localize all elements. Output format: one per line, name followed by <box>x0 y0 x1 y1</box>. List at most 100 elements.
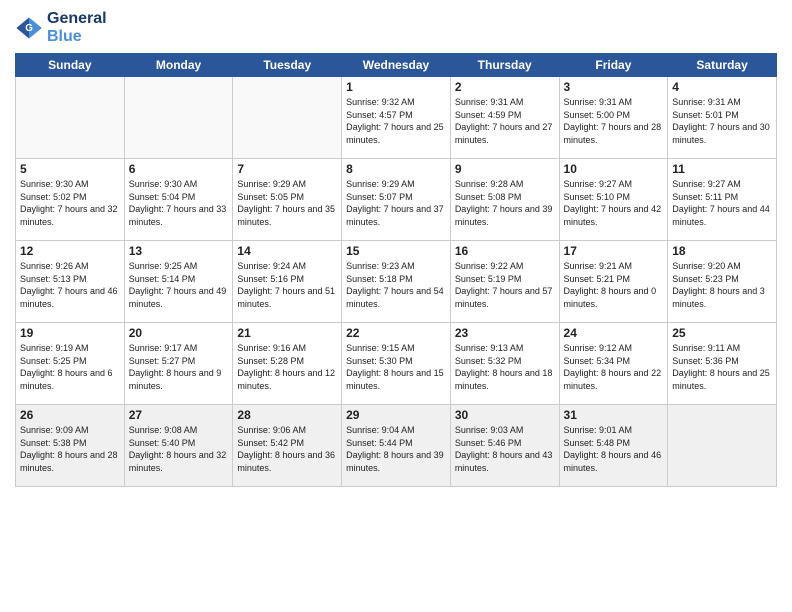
weekday-monday: Monday <box>124 54 233 77</box>
cell-sun-info: Sunrise: 9:25 AMSunset: 5:14 PMDaylight:… <box>129 260 229 310</box>
cell-sun-info: Sunrise: 9:23 AMSunset: 5:18 PMDaylight:… <box>346 260 446 310</box>
logo-icon: G <box>15 14 43 42</box>
day-number: 8 <box>346 162 446 176</box>
calendar-cell: 28Sunrise: 9:06 AMSunset: 5:42 PMDayligh… <box>233 405 342 487</box>
calendar-cell: 17 Sunrise: 9:21 AMSunset: 5:21 PMDayligh… <box>559 241 668 323</box>
cell-sun-info: Sunrise: 9:22 AMSunset: 5:19 PMDaylight:… <box>455 260 555 310</box>
cell-sun-info: Sunrise: 9:13 AMSunset: 5:32 PMDaylight:… <box>455 342 555 392</box>
day-number: 30 <box>455 408 555 422</box>
calendar-cell: 8 Sunrise: 9:29 AMSunset: 5:07 PMDaylight… <box>342 159 451 241</box>
calendar-cell <box>16 77 125 159</box>
day-number: 1 <box>346 80 446 94</box>
day-number: 19 <box>20 326 120 340</box>
calendar-cell: 12Sunrise: 9:26 AMSunset: 5:13 PMDayligh… <box>16 241 125 323</box>
weekday-header-row: SundayMondayTuesdayWednesdayThursdayFrid… <box>16 54 777 77</box>
weekday-friday: Friday <box>559 54 668 77</box>
cell-sun-info: Sunrise: 9:29 AMSunset: 5:07 PMDaylight:… <box>346 178 446 228</box>
cell-sun-info: Sunrise: 9:30 AMSunset: 5:02 PMDaylight:… <box>20 178 120 228</box>
day-number: 10 <box>564 162 664 176</box>
calendar-cell: 23 Sunrise: 9:13 AMSunset: 5:32 PMDayligh… <box>450 323 559 405</box>
week-row-5: 26 Sunrise: 9:09 AMSunset: 5:38 PMDayligh… <box>16 405 777 487</box>
day-number: 16 <box>455 244 555 258</box>
day-number: 25 <box>672 326 772 340</box>
calendar-cell: 16 Sunrise: 9:22 AMSunset: 5:19 PMDayligh… <box>450 241 559 323</box>
calendar-cell: 26 Sunrise: 9:09 AMSunset: 5:38 PMDayligh… <box>16 405 125 487</box>
logo: G General Blue <box>15 10 107 45</box>
calendar-cell: 1Sunrise: 9:32 AMSunset: 4:57 PMDaylight… <box>342 77 451 159</box>
calendar-cell: 22 Sunrise: 9:15 AMSunset: 5:30 PMDayligh… <box>342 323 451 405</box>
calendar-cell: 7Sunrise: 9:29 AMSunset: 5:05 PMDaylight… <box>233 159 342 241</box>
cell-sun-info: Sunrise: 9:15 AMSunset: 5:30 PMDaylight:… <box>346 342 446 392</box>
day-number: 22 <box>346 326 446 340</box>
calendar-cell: 14 Sunrise: 9:24 AMSunset: 5:16 PMDayligh… <box>233 241 342 323</box>
calendar-cell: 27Sunrise: 9:08 AMSunset: 5:40 PMDayligh… <box>124 405 233 487</box>
calendar-cell: 25 Sunrise: 9:11 AMSunset: 5:36 PMDayligh… <box>668 323 777 405</box>
cell-sun-info: Sunrise: 9:11 AMSunset: 5:36 PMDaylight:… <box>672 342 772 392</box>
weekday-wednesday: Wednesday <box>342 54 451 77</box>
weekday-thursday: Thursday <box>450 54 559 77</box>
cell-sun-info: Sunrise: 9:26 AMSunset: 5:13 PMDaylight:… <box>20 260 120 310</box>
day-number: 3 <box>564 80 664 94</box>
calendar-table: SundayMondayTuesdayWednesdayThursdayFrid… <box>15 53 777 487</box>
day-number: 7 <box>237 162 337 176</box>
day-number: 20 <box>129 326 229 340</box>
day-number: 17 <box>564 244 664 258</box>
day-number: 18 <box>672 244 772 258</box>
cell-sun-info: Sunrise: 9:19 AMSunset: 5:25 PMDaylight:… <box>20 342 120 392</box>
day-number: 13 <box>129 244 229 258</box>
day-number: 14 <box>237 244 337 258</box>
calendar-cell: 2 Sunrise: 9:31 AMSunset: 4:59 PMDaylight… <box>450 77 559 159</box>
cell-sun-info: Sunrise: 9:31 AMSunset: 5:01 PMDaylight:… <box>672 96 772 146</box>
cell-sun-info: Sunrise: 9:27 AMSunset: 5:10 PMDaylight:… <box>564 178 664 228</box>
cell-sun-info: Sunrise: 9:24 AMSunset: 5:16 PMDaylight:… <box>237 260 337 310</box>
week-row-3: 12Sunrise: 9:26 AMSunset: 5:13 PMDayligh… <box>16 241 777 323</box>
logo-text: General Blue <box>47 10 107 45</box>
calendar-cell: 9 Sunrise: 9:28 AMSunset: 5:08 PMDaylight… <box>450 159 559 241</box>
day-number: 11 <box>672 162 772 176</box>
day-number: 23 <box>455 326 555 340</box>
weekday-saturday: Saturday <box>668 54 777 77</box>
cell-sun-info: Sunrise: 9:27 AMSunset: 5:11 PMDaylight:… <box>672 178 772 228</box>
calendar-cell: 4 Sunrise: 9:31 AMSunset: 5:01 PMDaylight… <box>668 77 777 159</box>
cell-sun-info: Sunrise: 9:31 AMSunset: 4:59 PMDaylight:… <box>455 96 555 146</box>
cell-sun-info: Sunrise: 9:16 AMSunset: 5:28 PMDaylight:… <box>237 342 337 392</box>
calendar-cell: 18 Sunrise: 9:20 AMSunset: 5:23 PMDayligh… <box>668 241 777 323</box>
cell-sun-info: Sunrise: 9:12 AMSunset: 5:34 PMDaylight:… <box>564 342 664 392</box>
day-number: 4 <box>672 80 772 94</box>
calendar-cell: 6Sunrise: 9:30 AMSunset: 5:04 PMDaylight… <box>124 159 233 241</box>
cell-sun-info: Sunrise: 9:31 AMSunset: 5:00 PMDaylight:… <box>564 96 664 146</box>
day-number: 5 <box>20 162 120 176</box>
cell-sun-info: Sunrise: 9:09 AMSunset: 5:38 PMDaylight:… <box>20 424 120 474</box>
cell-sun-info: Sunrise: 9:01 AMSunset: 5:48 PMDaylight:… <box>564 424 664 474</box>
calendar-cell: 31 Sunrise: 9:01 AMSunset: 5:48 PMDayligh… <box>559 405 668 487</box>
day-number: 15 <box>346 244 446 258</box>
cell-sun-info: Sunrise: 9:20 AMSunset: 5:23 PMDaylight:… <box>672 260 772 310</box>
calendar-cell <box>233 77 342 159</box>
calendar-cell: 15 Sunrise: 9:23 AMSunset: 5:18 PMDayligh… <box>342 241 451 323</box>
day-number: 26 <box>20 408 120 422</box>
day-number: 24 <box>564 326 664 340</box>
cell-sun-info: Sunrise: 9:03 AMSunset: 5:46 PMDaylight:… <box>455 424 555 474</box>
week-row-2: 5 Sunrise: 9:30 AMSunset: 5:02 PMDaylight… <box>16 159 777 241</box>
weekday-sunday: Sunday <box>16 54 125 77</box>
day-number: 29 <box>346 408 446 422</box>
day-number: 21 <box>237 326 337 340</box>
cell-sun-info: Sunrise: 9:04 AMSunset: 5:44 PMDaylight:… <box>346 424 446 474</box>
day-number: 9 <box>455 162 555 176</box>
calendar-cell: 24 Sunrise: 9:12 AMSunset: 5:34 PMDayligh… <box>559 323 668 405</box>
calendar-cell: 20 Sunrise: 9:17 AMSunset: 5:27 PMDayligh… <box>124 323 233 405</box>
day-number: 31 <box>564 408 664 422</box>
calendar-cell: 19 Sunrise: 9:19 AMSunset: 5:25 PMDayligh… <box>16 323 125 405</box>
cell-sun-info: Sunrise: 9:17 AMSunset: 5:27 PMDaylight:… <box>129 342 229 392</box>
calendar-cell: 5 Sunrise: 9:30 AMSunset: 5:02 PMDaylight… <box>16 159 125 241</box>
week-row-1: 1Sunrise: 9:32 AMSunset: 4:57 PMDaylight… <box>16 77 777 159</box>
calendar-cell <box>124 77 233 159</box>
cell-sun-info: Sunrise: 9:28 AMSunset: 5:08 PMDaylight:… <box>455 178 555 228</box>
calendar-page: G General Blue SundayMondayTuesdayWednes… <box>0 0 792 612</box>
weekday-tuesday: Tuesday <box>233 54 342 77</box>
day-number: 2 <box>455 80 555 94</box>
calendar-cell: 10 Sunrise: 9:27 AMSunset: 5:10 PMDayligh… <box>559 159 668 241</box>
cell-sun-info: Sunrise: 9:21 AMSunset: 5:21 PMDaylight:… <box>564 260 664 310</box>
calendar-cell: 11 Sunrise: 9:27 AMSunset: 5:11 PMDayligh… <box>668 159 777 241</box>
cell-sun-info: Sunrise: 9:08 AMSunset: 5:40 PMDaylight:… <box>129 424 229 474</box>
